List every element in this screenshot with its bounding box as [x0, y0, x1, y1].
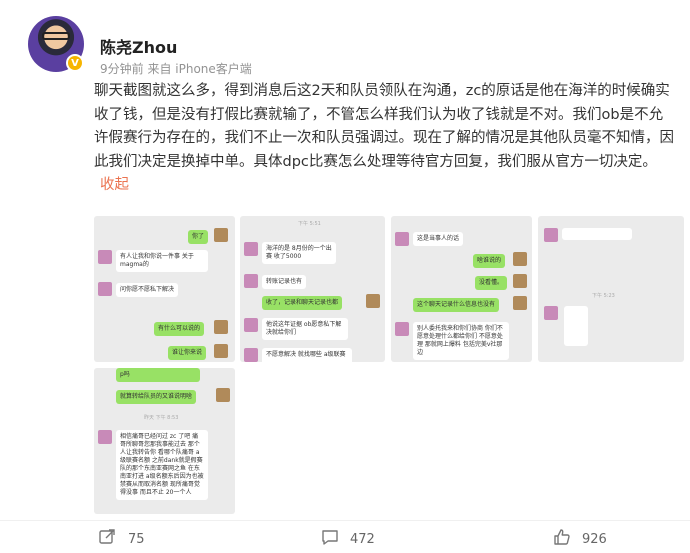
collapse-link[interactable]: 收起 — [100, 177, 129, 193]
image-thumbnail-4[interactable]: 下午 5:23 — [538, 216, 684, 362]
image-thumbnail-1[interactable]: 你了 有人让我和你说一件事 关于magma的 问你愿不愿私下解决 有什么可以说的… — [94, 216, 235, 362]
chat-message: 这是当事人的话 — [413, 232, 464, 246]
chat-message: p吗 — [116, 368, 200, 382]
chat-message: 他说这年证据 ob愿意私下解决就给你们 — [262, 318, 348, 340]
repost-icon — [98, 527, 118, 551]
chat-avatar — [216, 388, 230, 402]
chat-avatar — [513, 296, 527, 310]
chat-avatar — [98, 282, 112, 296]
chat-message: 转账记录也有 — [262, 275, 307, 289]
verified-badge-icon: V — [66, 54, 84, 72]
chat-message: 没看懂。 — [475, 276, 508, 290]
chat-message: 啥谁说的 — [473, 254, 506, 268]
glasses-decoration — [42, 32, 70, 40]
chat-message: 有什么可以说的 — [154, 322, 205, 336]
chat-message: 相信痛哥已经问过 zc 了吧 痛哥所聊哥您那我事能过去 那个人让我转告你 看哪个… — [116, 430, 208, 500]
chat-image-preview — [564, 306, 588, 346]
post-meta: 9分钟前 来自 iPhone客户端 — [100, 62, 252, 76]
chat-avatar — [244, 318, 258, 332]
repost-button[interactable]: 75 — [98, 527, 145, 551]
chat-avatar — [244, 274, 258, 288]
chat-avatar — [395, 232, 409, 246]
like-count: 926 — [582, 531, 607, 547]
chat-avatar — [513, 252, 527, 266]
username[interactable]: 陈尧Zhou — [100, 34, 177, 58]
comment-button[interactable]: 472 — [320, 527, 375, 551]
avatar[interactable]: V — [28, 16, 84, 72]
image-thumbnail-5[interactable]: p吗 就算转给队员的又谁说明啥 昨天 下午 8:53 相信痛哥已经问过 zc 了… — [94, 368, 235, 514]
chat-avatar — [214, 320, 228, 334]
chat-message: 不愿意解决 就找哪些 a级联赛 ... — [262, 348, 352, 362]
chat-timestamp: 昨天 下午 8:53 — [144, 415, 179, 421]
chat-avatar — [513, 274, 527, 288]
chat-timestamp: 下午 5:23 — [592, 293, 615, 299]
post-text: 聊天截图就这么多，得到消息后这2天和队员领队在沟通，zc的原话是他在海洋的时候确… — [94, 80, 674, 198]
chat-avatar — [214, 228, 228, 242]
chat-avatar — [98, 250, 112, 264]
chat-avatar — [544, 228, 558, 242]
comment-count: 472 — [350, 531, 375, 547]
chat-avatar — [244, 348, 258, 362]
action-bar: 75 472 926 — [0, 520, 690, 553]
chat-message: 这个聊天记录什么信息也没有 — [413, 298, 500, 312]
chat-avatar — [544, 306, 558, 320]
chat-message: 有人让我和你说一件事 关于magma的 — [116, 250, 208, 272]
chat-avatar — [98, 430, 112, 444]
like-button[interactable]: 926 — [552, 527, 607, 551]
chat-message: 海洋的是 8月份的一个出赛 收了5000 — [262, 242, 336, 264]
chat-message-blurred — [562, 228, 632, 240]
chat-avatar — [395, 322, 409, 336]
image-thumbnail-3[interactable]: 这是当事人的话 啥谁说的 没看懂。 这个聊天记录什么信息也没有 别人委托我来和你… — [391, 216, 532, 362]
chat-avatar — [214, 344, 228, 358]
chat-message: 你了 — [188, 230, 209, 244]
chat-message: 谁让你来说 — [168, 346, 207, 360]
repost-count: 75 — [128, 531, 145, 547]
chat-message: 收了，记录和聊天记录也都 — [262, 296, 343, 310]
image-thumbnail-2[interactable]: 下午 5:51 海洋的是 8月份的一个出赛 收了5000 转账记录也有 收了，记… — [240, 216, 385, 362]
chat-message: 就算转给队员的又谁说明啥 — [116, 390, 197, 404]
chat-avatar — [244, 242, 258, 256]
post-body: 聊天截图就这么多，得到消息后这2天和队员领队在沟通，zc的原话是他在海洋的时候确… — [94, 83, 674, 170]
chat-timestamp: 下午 5:51 — [298, 221, 321, 227]
thumbs-up-icon — [552, 527, 572, 551]
comment-icon — [320, 527, 340, 551]
chat-message: 别人委托我来和你们协商 你们不愿意处理什么都给你们 不愿意处理 那就网上爆料 包… — [413, 322, 509, 360]
chat-avatar — [366, 294, 380, 308]
chat-message: 问你愿不愿私下解决 — [116, 283, 179, 297]
